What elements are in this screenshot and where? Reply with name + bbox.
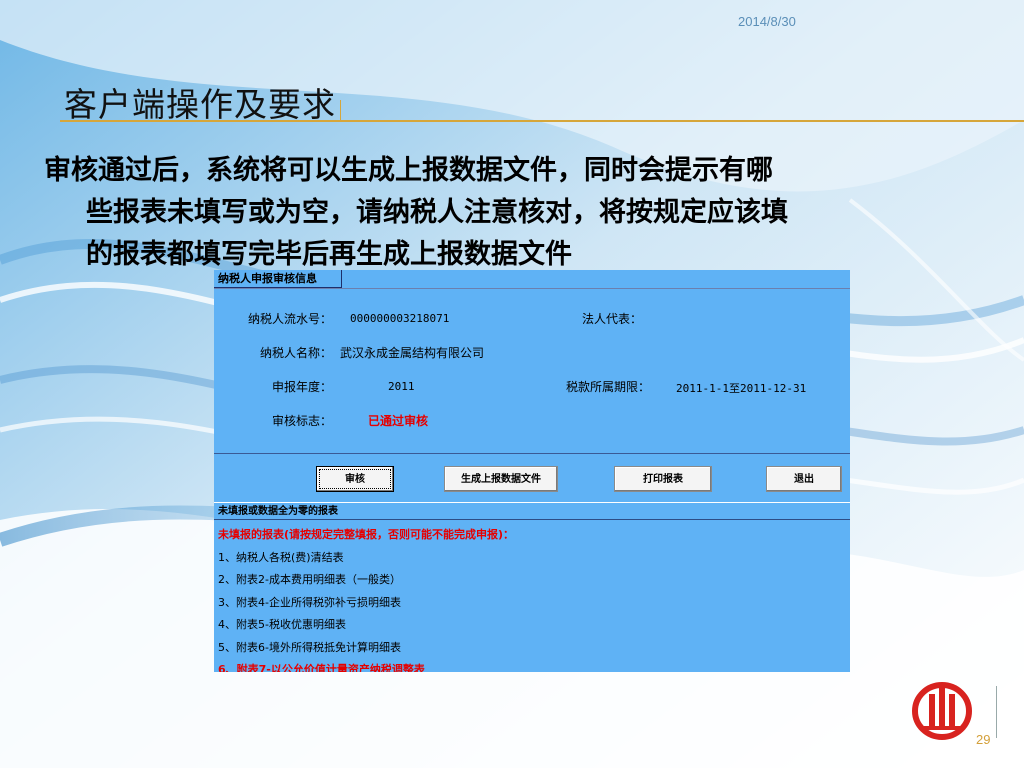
generate-file-button[interactable]: 生成上报数据文件 bbox=[444, 466, 558, 492]
panel-title: 纳税人申报审核信息 bbox=[214, 270, 342, 288]
serial-label: 纳税人流水号： bbox=[248, 312, 333, 326]
audit-info-window: 纳税人申报审核信息 纳税人流水号： 000000003218071 法人代表： … bbox=[214, 270, 850, 672]
taxpayer-name-label: 纳税人名称： bbox=[260, 346, 333, 360]
print-report-button[interactable]: 打印报表 bbox=[614, 466, 712, 492]
list-item: 未填报的报表(请按规定完整填报，否则可能不能完成申报)： bbox=[218, 528, 515, 541]
list-item: 3、附表4-企业所得税弥补亏损明细表 bbox=[218, 595, 401, 609]
status-badge: 已通过审核 bbox=[368, 414, 429, 428]
period-label: 税款所属期限： bbox=[566, 380, 651, 394]
slide-date: 2014/8/30 bbox=[738, 14, 796, 29]
serial-value: 000000003218071 bbox=[350, 312, 450, 325]
title-divider bbox=[340, 100, 341, 120]
divider bbox=[214, 453, 850, 454]
list-item: 2、附表2-成本费用明细表（一般类） bbox=[218, 573, 401, 586]
unfilled-report-list[interactable]: 未填报的报表(请按规定完整填报，否则可能不能完成申报)： 1、纳税人各税(费)清… bbox=[218, 524, 846, 672]
taxpayer-name-value: 武汉永成金属结构有限公司 bbox=[340, 346, 485, 360]
period-value: 2011-1-1至2011-12-31 bbox=[676, 382, 807, 395]
list-item: 4、附表5-税收优惠明细表 bbox=[218, 618, 346, 631]
list-item: 1、纳税人各税(费)清结表 bbox=[218, 550, 344, 564]
audit-button[interactable]: 审核 bbox=[316, 466, 394, 492]
body-line-1: 审核通过后，系统将可以生成上报数据文件，同时会提示有哪 bbox=[44, 155, 773, 186]
slide-body-text: 审核通过后，系统将可以生成上报数据文件，同时会提示有哪 些报表未填写或为空，请纳… bbox=[44, 150, 984, 276]
tax-bureau-logo-icon bbox=[912, 682, 972, 740]
year-value: 2011 bbox=[388, 380, 415, 393]
unfilled-list-header: 未填报或数据全为零的报表 bbox=[214, 502, 850, 520]
legal-rep-label: 法人代表： bbox=[582, 312, 643, 326]
exit-button[interactable]: 退出 bbox=[766, 466, 842, 492]
title-underline bbox=[60, 120, 1024, 122]
slide-title: 客户端操作及要求 bbox=[64, 85, 336, 124]
status-label: 审核标志： bbox=[272, 414, 333, 428]
body-line-2: 些报表未填写或为空，请纳税人注意核对，将按规定应该填 bbox=[86, 197, 788, 228]
year-label: 申报年度： bbox=[272, 380, 333, 394]
logo-divider bbox=[996, 686, 997, 738]
page-number: 29 bbox=[976, 732, 991, 747]
list-item: 6、附表7-以公允价值计量资产纳税调整表 bbox=[218, 663, 425, 672]
list-item: 5、附表6-境外所得税抵免计算明细表 bbox=[218, 640, 401, 654]
